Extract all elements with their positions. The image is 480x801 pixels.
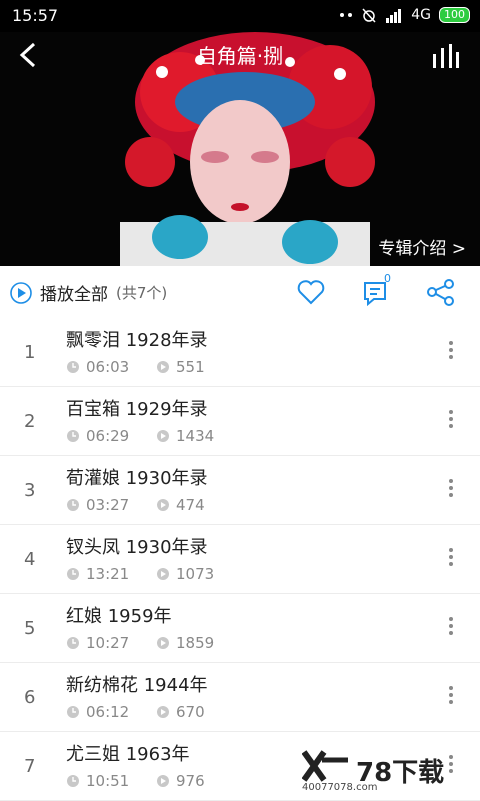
comment-count: 0 [384,272,391,285]
more-options-icon[interactable] [448,547,454,567]
play-count-icon [157,637,169,649]
alarm-off-icon [362,8,376,23]
more-options-icon[interactable] [448,340,454,360]
equalizer-icon[interactable] [432,44,460,68]
more-options-icon[interactable] [448,409,454,429]
track-duration: 10:51 [86,772,130,790]
track-duration: 03:27 [86,496,130,514]
track-title: 飘零泪 1928年录 [66,330,208,351]
track-number: 3 [24,480,36,501]
play-count-icon [157,568,169,580]
clock-icon [67,361,79,373]
album-title: 自角篇·捌 [196,44,284,68]
play-count: 551 [176,358,205,376]
clock-icon [67,706,79,718]
clock-icon [67,568,79,580]
more-options-icon[interactable] [448,616,454,636]
play-count: 1073 [176,565,215,583]
track-title: 红娘 1959年 [66,606,172,627]
clock-icon [67,775,79,787]
track-title: 新纺棉花 1944年 [66,675,208,696]
track-number: 4 [24,549,36,570]
track-title: 百宝箱 1929年录 [66,399,208,420]
share-icon[interactable] [426,278,456,306]
action-bar: 播放全部 (共7个) 0 [0,266,480,319]
play-count-icon [157,706,169,718]
watermark-url: 40077078.com [302,782,378,793]
status-icons: 4G 100 [339,7,470,23]
clock-icon [67,499,79,511]
play-count: 670 [176,703,205,721]
play-count: 976 [176,772,205,790]
play-all-label: 播放全部 [40,285,108,305]
track-row[interactable]: 3 荀灌娘 1930年录 03:27 474 [0,456,480,525]
status-bar: 15:57 4G 100 [0,0,480,32]
track-number: 5 [24,618,36,639]
track-count: (共7个) [116,284,168,302]
watermark-logo-icon [302,750,348,782]
play-count-icon [157,775,169,787]
status-time: 15:57 [12,6,59,25]
track-number: 2 [24,411,36,432]
dots-icon [340,13,353,17]
play-count-icon [157,430,169,442]
more-options-icon[interactable] [448,478,454,498]
track-duration: 13:21 [86,565,130,583]
more-options-icon[interactable] [448,685,454,705]
track-title: 钗头凤 1930年录 [66,537,208,558]
network-type: 4G [411,7,431,23]
signal-icon [386,9,402,23]
comment-button[interactable]: 0 [362,272,392,310]
play-count: 1434 [176,427,215,445]
battery-badge: 100 [439,7,470,23]
play-circle-icon [10,281,32,304]
track-title: 尤三姐 1963年 [66,744,190,765]
play-count: 474 [176,496,205,514]
track-number: 6 [24,687,36,708]
track-row[interactable]: 5 红娘 1959年 10:27 1859 [0,594,480,663]
play-all-button[interactable]: 播放全部 (共7个) [10,280,167,305]
track-duration: 06:29 [86,427,130,445]
clock-icon [67,430,79,442]
track-duration: 10:27 [86,634,130,652]
track-row[interactable]: 1 飘零泪 1928年录 06:03 551 [0,318,480,387]
favorite-heart-icon[interactable] [296,278,326,306]
play-count: 1859 [176,634,215,652]
clock-icon [67,637,79,649]
track-duration: 06:12 [86,703,130,721]
watermark: 78下载 40077078.com [302,750,472,794]
track-title: 荀灌娘 1930年录 [66,468,208,489]
track-duration: 06:03 [86,358,130,376]
track-number: 7 [24,756,36,777]
track-row[interactable]: 6 新纺棉花 1944年 06:12 670 [0,663,480,732]
track-number: 1 [24,342,36,363]
track-row[interactable]: 2 百宝箱 1929年录 06:29 1434 [0,387,480,456]
track-list: 1 飘零泪 1928年录 06:03 551 2 百宝箱 1929年录 06:29… [0,318,480,801]
play-count-icon [157,499,169,511]
track-row[interactable]: 4 钗头凤 1930年录 13:21 1073 [0,525,480,594]
play-count-icon [157,361,169,373]
album-intro-link[interactable]: 专辑介绍 > [378,234,466,259]
